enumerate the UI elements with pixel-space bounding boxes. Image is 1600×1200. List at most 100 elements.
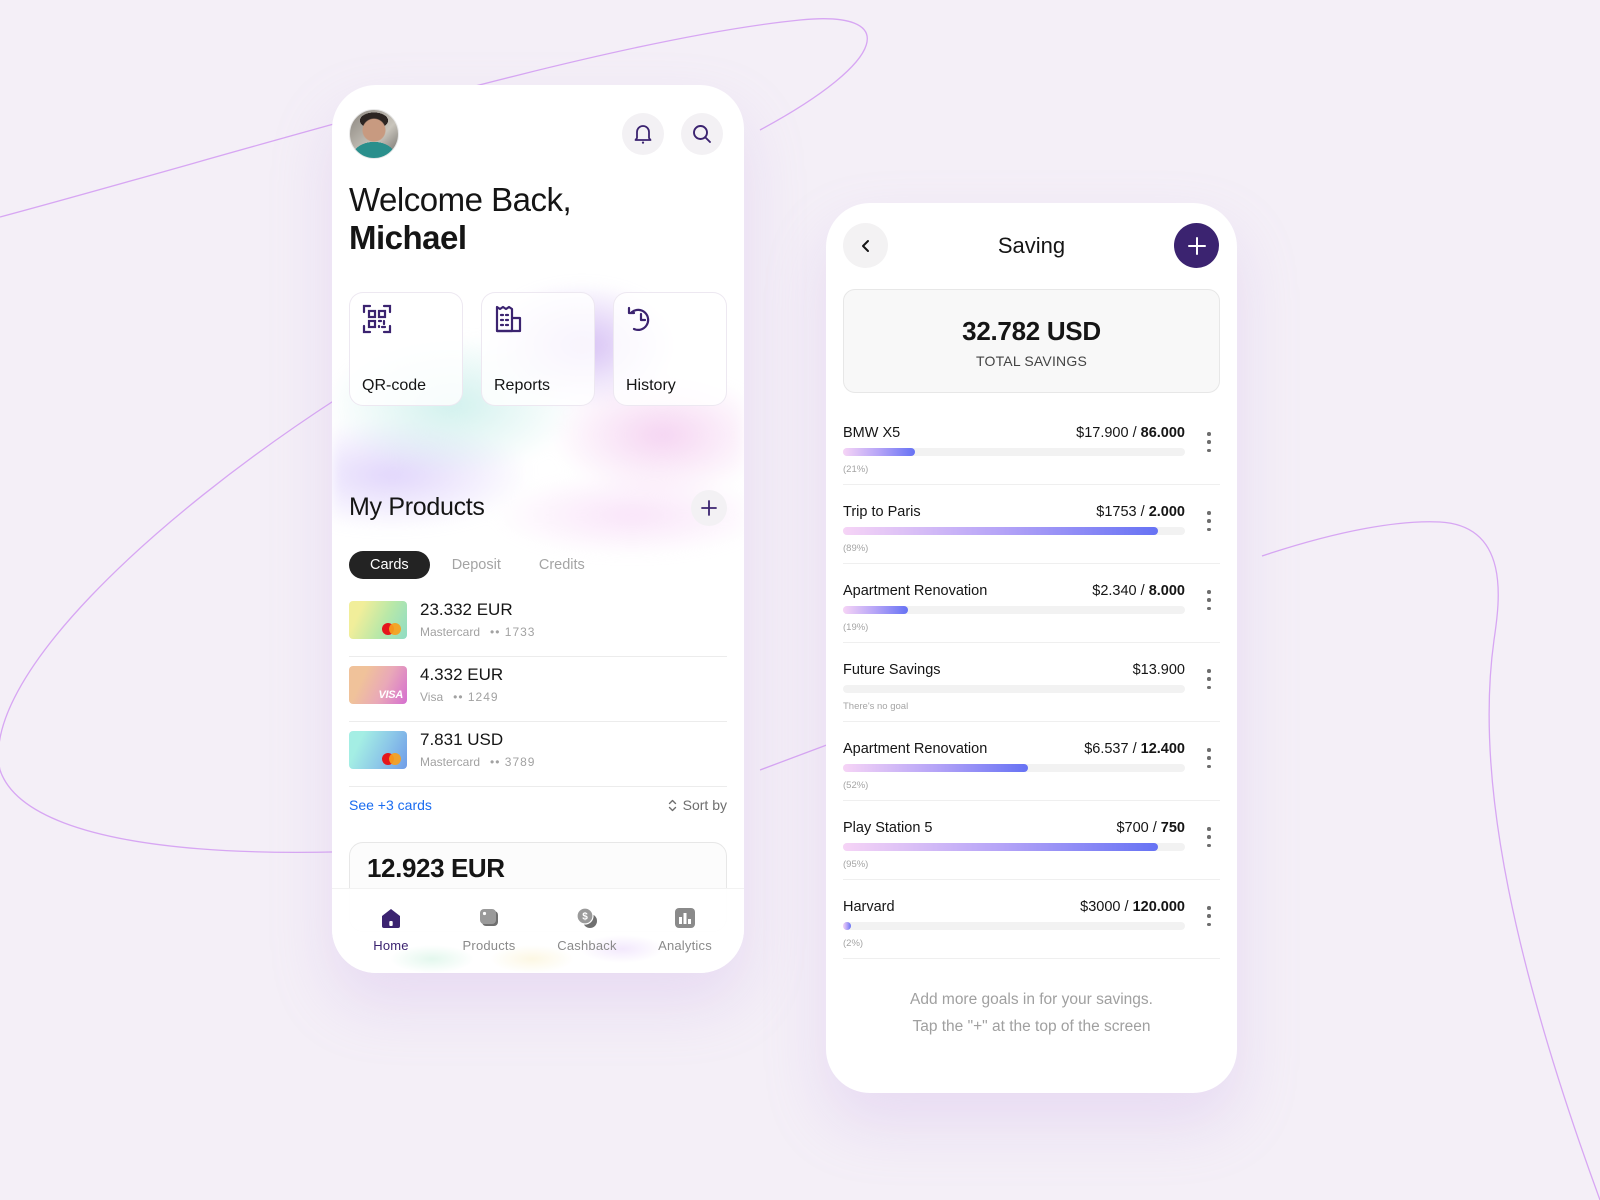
sort-by-button[interactable]: Sort by (668, 797, 727, 813)
more-options-icon[interactable] (1204, 748, 1214, 768)
more-options-icon[interactable] (1204, 906, 1214, 926)
goal-target: 750 (1160, 820, 1185, 836)
welcome-heading: Welcome Back, Michael (349, 181, 572, 257)
card-balance: 4.332 EUR (420, 665, 504, 684)
chart-icon (675, 908, 695, 928)
sort-icon (668, 799, 676, 811)
empty-hint: Add more goals in for your savings. Tap … (826, 986, 1237, 1040)
card-brand: Visa (420, 690, 444, 704)
balance-amount: 12.923 EUR (367, 853, 505, 883)
hint-line: Add more goals in for your savings. (910, 991, 1153, 1008)
tab-cards[interactable]: Cards (349, 551, 430, 579)
goal-percent: (21%) (843, 464, 869, 475)
card-number-masked: •• 1733 (490, 625, 536, 639)
goal-percent: (95%) (843, 859, 869, 870)
goal-name: Play Station 5 (843, 820, 933, 836)
goal-saved: $2.340 (1092, 583, 1137, 599)
goal-separator: / (1136, 504, 1149, 520)
more-options-icon[interactable] (1204, 827, 1214, 847)
add-goal-button[interactable] (1174, 223, 1219, 268)
goal-progress-bar (843, 843, 1185, 851)
see-more-cards-link[interactable]: See +3 cards (349, 797, 432, 813)
card-number-masked: •• 3789 (490, 755, 536, 769)
card-list-item[interactable]: VISA 4.332 EUR Visa •• 1249 (349, 657, 727, 722)
goal-amount: $700 / 750 (1116, 820, 1185, 836)
goal-amount: $3000 / 120.000 (1080, 899, 1185, 915)
savings-goal-item[interactable]: Play Station 5 $700 / 750 (95%) (843, 801, 1220, 880)
nav-label: Home (373, 938, 409, 953)
nav-analytics[interactable]: Analytics (640, 889, 730, 973)
visa-logo: VISA (378, 689, 404, 701)
user-name: Michael (349, 219, 467, 256)
total-savings-amount: 32.782 USD (962, 316, 1101, 346)
goal-progress-fill (843, 448, 915, 456)
more-options-icon[interactable] (1204, 511, 1214, 531)
savings-goal-item[interactable]: Trip to Paris $1753 / 2.000 (89%) (843, 485, 1220, 564)
goal-progress-fill (843, 606, 908, 614)
more-options-icon[interactable] (1204, 590, 1214, 610)
background-decoration (0, 18, 1600, 1200)
goal-percent: There's no goal (843, 701, 909, 712)
goal-target: 120.000 (1132, 899, 1185, 915)
more-options-icon[interactable] (1204, 669, 1214, 689)
user-avatar[interactable] (349, 109, 399, 159)
goal-percent: (89%) (843, 543, 869, 554)
goal-progress-bar (843, 448, 1185, 456)
card-thumbnail: VISA (349, 666, 407, 704)
nav-cashback[interactable]: $ Cashback (542, 889, 632, 973)
savings-goal-item[interactable]: Apartment Renovation $2.340 / 8.000 (19%) (843, 564, 1220, 643)
savings-goal-item[interactable]: Apartment Renovation $6.537 / 12.400 (52%) (843, 722, 1220, 801)
savings-goal-item[interactable]: BMW X5 $17.900 / 86.000 (21%) (843, 406, 1220, 485)
quick-action-qr-code[interactable]: QR-code (349, 292, 463, 406)
savings-goal-item[interactable]: Future Savings $13.900 There's no goal (843, 643, 1220, 722)
card-balance: 23.332 EUR (420, 600, 513, 619)
card-number-masked: •• 1249 (453, 690, 499, 704)
card-list-item[interactable]: 7.831 USD Mastercard •• 3789 (349, 722, 727, 787)
goal-progress-fill (843, 527, 1158, 535)
nav-home[interactable]: Home (346, 889, 436, 973)
bell-icon (634, 125, 652, 144)
quick-action-label: History (626, 377, 676, 394)
goal-progress-bar (843, 764, 1185, 772)
goal-amount: $17.900 / 86.000 (1076, 425, 1185, 441)
quick-action-reports[interactable]: Reports (481, 292, 595, 406)
qr-code-icon (362, 304, 392, 334)
goal-target: 2.000 (1148, 504, 1185, 520)
nav-label: Analytics (658, 938, 712, 953)
nav-label: Cashback (557, 938, 617, 953)
card-thumbnail (349, 601, 407, 639)
home-screen: Welcome Back, Michael QR-code Reports Hi… (332, 85, 744, 973)
search-icon (693, 125, 711, 143)
svg-text:$: $ (582, 912, 588, 923)
quick-action-history[interactable]: History (613, 292, 727, 406)
goal-saved: $13.900 (1132, 662, 1185, 678)
tab-credits[interactable]: Credits (539, 551, 585, 579)
search-button[interactable] (681, 113, 723, 155)
my-products-title: My Products (349, 493, 485, 521)
goal-amount: $2.340 / 8.000 (1092, 583, 1185, 599)
cards-icon (480, 909, 498, 926)
goal-target: 86.000 (1140, 425, 1185, 441)
total-savings-card: 32.782 USD TOTAL SAVINGS (843, 289, 1220, 393)
goal-saved: $6.537 (1084, 741, 1129, 757)
goal-progress-bar (843, 606, 1185, 614)
tab-deposit[interactable]: Deposit (452, 551, 501, 579)
total-savings-label: TOTAL SAVINGS (976, 353, 1087, 369)
card-details: Visa •• 1249 (420, 690, 499, 704)
card-brand: Mastercard (420, 625, 481, 639)
goal-separator: / (1128, 741, 1141, 757)
goal-name: Future Savings (843, 662, 941, 678)
add-product-button[interactable] (691, 490, 727, 526)
goal-percent: (52%) (843, 780, 869, 791)
goal-percent: (19%) (843, 622, 869, 633)
nav-products[interactable]: Products (444, 889, 534, 973)
notifications-button[interactable] (622, 113, 664, 155)
welcome-text: Welcome Back, (349, 181, 572, 218)
goal-saved: $17.900 (1076, 425, 1129, 441)
receipt-icon (495, 305, 522, 333)
goal-amount: $6.537 / 12.400 (1084, 741, 1185, 757)
goal-saved: $700 (1116, 820, 1149, 836)
card-list-item[interactable]: 23.332 EUR Mastercard •• 1733 (349, 592, 727, 657)
savings-goal-item[interactable]: Harvard $3000 / 120.000 (2%) (843, 880, 1220, 959)
more-options-icon[interactable] (1204, 432, 1214, 452)
